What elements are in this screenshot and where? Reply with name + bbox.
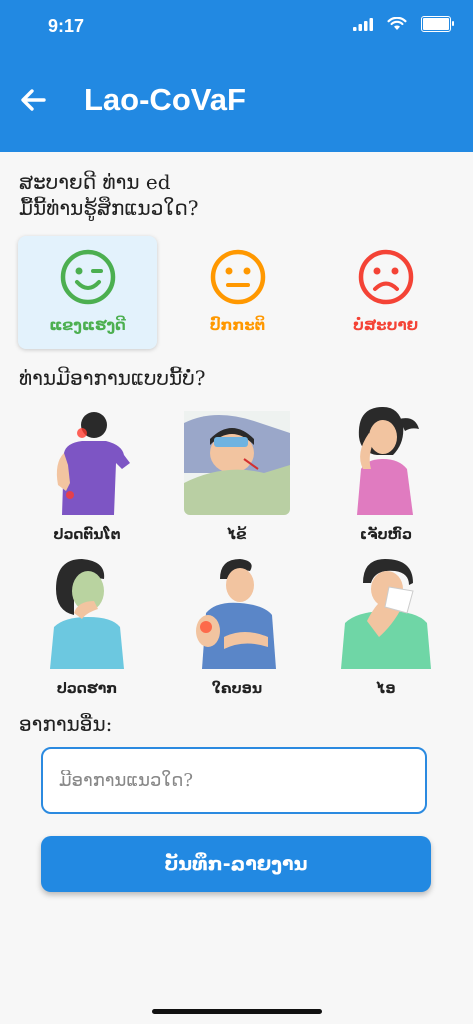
arm-pain-illustration <box>196 559 276 669</box>
mood-normal-button[interactable]: ປົກກະຕິ <box>168 236 307 349</box>
submit-report-button[interactable]: ບັນທຶກ-ລາຍງານ <box>41 836 431 892</box>
other-symptoms-label: ອາການອື່ນ: <box>19 712 113 736</box>
mood-good-label: ແຂງແຮງດີ <box>49 316 126 334</box>
symptom-cough[interactable]: ໄອ <box>316 557 456 707</box>
status-bar: 9:17 <box>0 0 473 52</box>
mood-unwell-label: ບໍ່ສະບາຍ <box>352 316 419 334</box>
status-time: 9:17 <box>48 16 85 36</box>
battery-icon <box>421 16 454 32</box>
neutral-face-icon <box>210 249 266 305</box>
symptom-body-ache-label: ປວດຕົນໂຕ <box>53 527 121 543</box>
page-title: Lao-CoVaF <box>84 82 246 117</box>
nausea-illustration <box>50 559 124 669</box>
other-symptoms-input[interactable] <box>57 769 411 792</box>
signal-icon <box>353 17 373 31</box>
greeting-question: ມື້ນີ້ທ່ານຮູ້ສຶກແນວໃດ? <box>19 196 199 220</box>
symptom-body-ache[interactable]: ປວດຕົນໂຕ <box>17 403 157 553</box>
fever-illustration <box>184 411 290 515</box>
headache-illustration <box>357 407 419 515</box>
symptom-fever-label: ໄຂ້ <box>227 527 247 543</box>
happy-face-icon <box>60 249 116 305</box>
symptom-headache-label: ເຈັບຫົວ <box>359 527 413 543</box>
symptoms-prompt: ທ່ານມີອາການແບບນີ້ບໍ່? <box>19 366 206 390</box>
symptom-headache[interactable]: ເຈັບຫົວ <box>316 403 456 553</box>
wifi-icon <box>387 17 407 30</box>
back-arrow-icon[interactable] <box>18 85 48 115</box>
mood-selector: ແຂງແຮງດີ ປົກກະຕິ ບໍ່ສະບາຍ <box>18 236 458 349</box>
symptom-nausea-label: ປວດຮາກ <box>56 681 118 697</box>
greeting: ສະບາຍດີ ທ່ານ ed ມື້ນີ້ທ່ານຮູ້ສຶກແນວໃດ? <box>19 169 198 221</box>
symptom-fever[interactable]: ໄຂ້ <box>167 403 307 553</box>
mood-normal-label: ປົກກະຕິ <box>209 316 266 334</box>
other-symptoms-field[interactable] <box>41 747 427 814</box>
mood-unwell-button[interactable]: ບໍ່ສະບາຍ <box>316 236 455 349</box>
cough-illustration <box>341 559 431 669</box>
app-bar: 9:17 Lao-CoVaF <box>0 0 473 152</box>
sad-face-icon <box>358 249 414 305</box>
mood-good-button[interactable]: ແຂງແຮງດີ <box>18 236 157 349</box>
greeting-name: ສະບາຍດີ ທ່ານ ed <box>19 170 171 194</box>
symptom-vaccine-site[interactable]: ໃຄບອນ <box>167 557 307 707</box>
home-indicator <box>152 1009 322 1014</box>
symptom-cough-label: ໄອ <box>376 681 396 697</box>
symptom-nausea[interactable]: ປວດຮາກ <box>17 557 157 707</box>
symptom-vaccine-site-label: ໃຄບອນ <box>211 681 263 697</box>
body-ache-illustration <box>56 412 130 515</box>
